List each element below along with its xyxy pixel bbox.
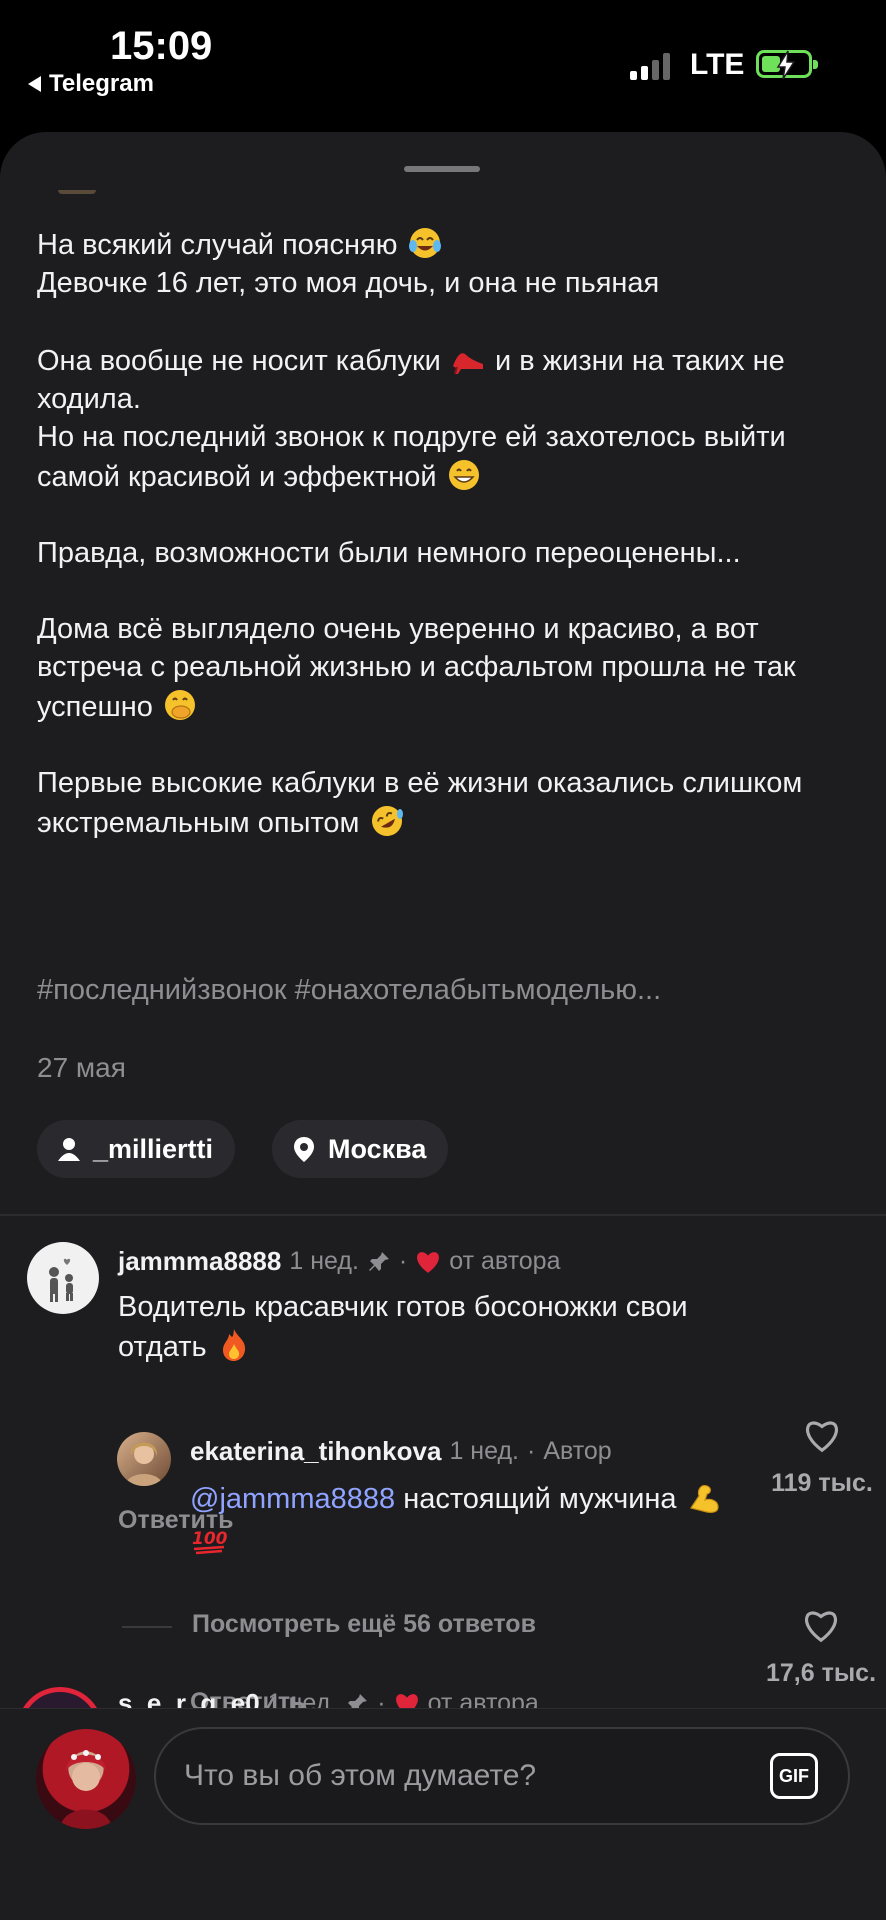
rolling-laughing-emoji-icon bbox=[368, 802, 406, 840]
fire-emoji-icon bbox=[215, 1326, 253, 1364]
heart-outline-icon[interactable] bbox=[802, 1608, 840, 1644]
author-chip-label: _milliertti bbox=[93, 1133, 214, 1164]
heart-filled-icon bbox=[417, 1251, 440, 1273]
flexed-biceps-emoji-icon bbox=[685, 1478, 723, 1516]
comment-like[interactable]: 119 тыс. bbox=[766, 1418, 878, 1498]
avatar-peek bbox=[58, 190, 96, 194]
reply-username[interactable]: ekaterina_tihonkova bbox=[190, 1436, 441, 1467]
view-more-replies-button[interactable]: Посмотреть ещё 56 ответов bbox=[192, 1610, 536, 1639]
comment-input[interactable]: Что вы об этом думаете? GIF bbox=[154, 1727, 850, 1825]
author-badge: Автор bbox=[543, 1437, 612, 1465]
more-replies-line bbox=[122, 1626, 172, 1628]
high-heel-emoji-icon bbox=[449, 340, 487, 378]
comment-composer: Что вы об этом думаете? GIF bbox=[0, 1708, 886, 1920]
heart-outline-icon[interactable] bbox=[803, 1418, 841, 1454]
sheet-drag-handle[interactable] bbox=[404, 166, 480, 172]
caption-line: Правда, возможности были немного переоце… bbox=[37, 537, 741, 569]
caption-line: Девочке 16 лет, это моя дочь, и она не п… bbox=[37, 267, 660, 299]
location-chip-label: Москва bbox=[328, 1133, 427, 1164]
comments-sheet: На всякий случай поясняю Девочке 16 лет,… bbox=[0, 132, 886, 1920]
back-to-telegram-link[interactable]: Telegram bbox=[28, 70, 154, 98]
caption-line: На всякий случай поясняю bbox=[37, 224, 857, 264]
comment-text: Водитель красавчик готов босоножки свои … bbox=[118, 1291, 688, 1364]
caption-line: Дома всё выглядело очень уверенно и крас… bbox=[37, 613, 796, 724]
location-pin-icon bbox=[294, 1137, 314, 1162]
author-liked-badge: от автора bbox=[449, 1247, 561, 1275]
divider bbox=[0, 1214, 886, 1216]
battery-icon bbox=[756, 50, 818, 80]
reply-meta: ekaterina_tihonkova 1 нед. · Автор bbox=[190, 1436, 612, 1467]
comment-meta: jammma8888 1 нед. · от автора bbox=[118, 1246, 561, 1277]
caption-line: Первые высокие каблуки в её жизни оказал… bbox=[37, 764, 857, 842]
avatar[interactable] bbox=[117, 1432, 171, 1486]
status-time: 15:09 bbox=[110, 24, 213, 68]
caption-line: Она вообще не носит каблуки и в жизни на… bbox=[37, 340, 857, 418]
back-arrow-icon bbox=[28, 76, 41, 92]
location-chip[interactable]: Москва bbox=[272, 1120, 449, 1178]
comment-input-placeholder: Что вы об этом думаете? bbox=[184, 1759, 537, 1792]
my-avatar[interactable] bbox=[36, 1729, 136, 1829]
like-count: 119 тыс. bbox=[771, 1469, 873, 1497]
gif-button[interactable]: GIF bbox=[770, 1753, 818, 1799]
cellular-signal-icon bbox=[630, 52, 670, 80]
network-type: LTE bbox=[690, 48, 745, 81]
post-caption: На всякий случай поясняю Девочке 16 лет,… bbox=[37, 224, 857, 842]
person-icon bbox=[58, 1138, 80, 1161]
post-hashtags[interactable]: #последнийзвонок #онахотелабытьмоделью..… bbox=[37, 974, 661, 1007]
pin-icon bbox=[368, 1251, 389, 1271]
tears-of-joy-emoji-icon bbox=[406, 224, 444, 262]
comment-username[interactable]: jammma8888 bbox=[118, 1246, 281, 1277]
comment-time: 1 нед. bbox=[289, 1247, 359, 1275]
reply-time: 1 нед. bbox=[449, 1437, 519, 1465]
charging-bolt-icon bbox=[776, 50, 796, 80]
grinning-emoji-icon bbox=[445, 456, 483, 494]
mention-link[interactable]: @jammma8888 bbox=[190, 1483, 395, 1515]
reply-text: @jammma8888 настоящий мужчина 100 bbox=[190, 1478, 760, 1558]
author-chip[interactable]: _milliertti bbox=[37, 1120, 236, 1178]
hundred-points-emoji-icon: 100 bbox=[190, 1518, 228, 1556]
caption-line: Но на последний звонок к подруге ей захо… bbox=[37, 421, 786, 494]
couple-silhouette-icon bbox=[49, 1258, 73, 1302]
post-date: 27 мая bbox=[37, 1052, 126, 1083]
like-count: 17,6 тыс. bbox=[765, 1659, 877, 1687]
status-bar: 15:09 Telegram LTE bbox=[0, 0, 886, 130]
avatar[interactable] bbox=[27, 1242, 99, 1314]
reply-like[interactable]: 17,6 тыс. bbox=[760, 1608, 882, 1688]
hand-over-mouth-emoji-icon bbox=[161, 686, 199, 724]
back-app-label: Telegram bbox=[49, 70, 154, 97]
